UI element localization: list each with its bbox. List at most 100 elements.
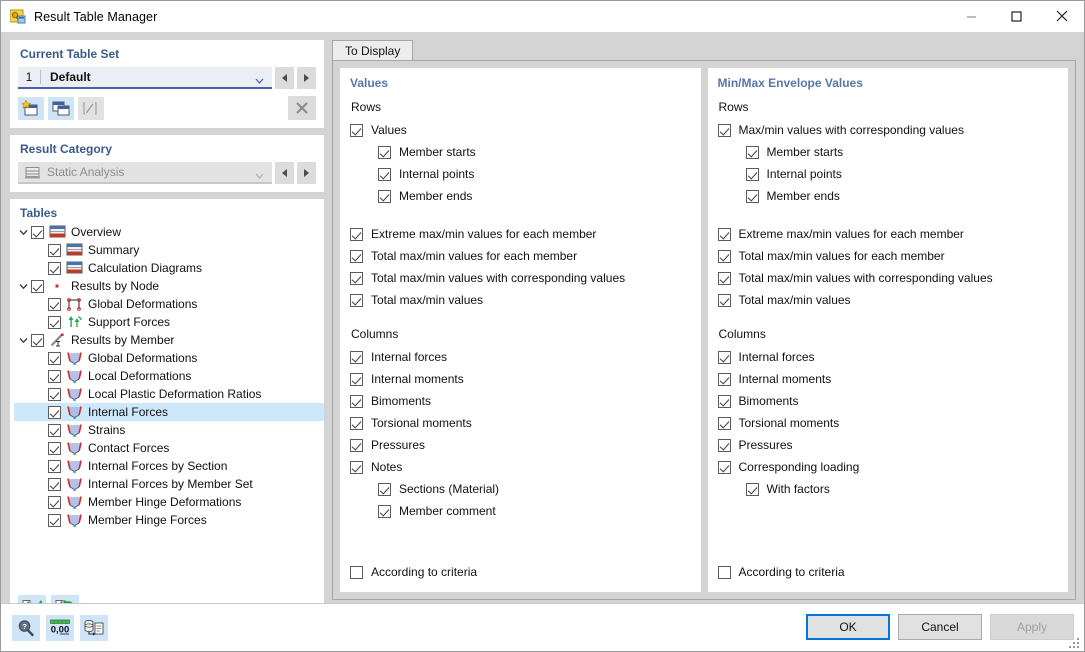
checkbox[interactable] (350, 272, 363, 285)
tables-tree[interactable]: OverviewSummaryCalculation DiagramsResul… (10, 223, 324, 585)
checkbox[interactable] (350, 250, 363, 263)
tree-item-results-by-node[interactable]: Results by Node (14, 277, 324, 295)
checkbox-row-total-max-min-values-with-corresponding-values[interactable]: Total max/min values with corresponding … (350, 267, 691, 289)
checkbox[interactable] (718, 439, 731, 452)
checkbox-row-extreme-max-min-values-for-each-member[interactable]: Extreme max/min values for each member (718, 223, 1059, 245)
checkbox-row-total-max-min-values-for-each-member[interactable]: Total max/min values for each member (350, 245, 691, 267)
tree-item-results-by-member[interactable]: Results by Member (14, 331, 324, 349)
checkbox[interactable] (746, 146, 759, 159)
envelope-according-to-criteria-row[interactable]: According to criteria (718, 561, 845, 583)
tree-item-summary[interactable]: Summary (14, 241, 324, 259)
decimal-places-button[interactable]: 0,00 (46, 615, 74, 641)
checkbox-row-internal-points[interactable]: Internal points (350, 163, 691, 185)
tree-item-checkbox[interactable] (48, 424, 61, 437)
ok-button[interactable]: OK (806, 614, 890, 640)
tree-item-support-forces[interactable]: Support Forces (14, 313, 324, 331)
checkbox-row-with-factors[interactable]: With factors (718, 478, 1059, 500)
checkbox-row-extreme-max-min-values-for-each-member[interactable]: Extreme max/min values for each member (350, 223, 691, 245)
checkbox-row-member-starts[interactable]: Member starts (718, 141, 1059, 163)
tree-item-overview[interactable]: Overview (14, 223, 324, 241)
checkbox-row-pressures[interactable]: Pressures (718, 434, 1059, 456)
tree-item-member-hinge-deformations[interactable]: Member Hinge Deformations (14, 493, 324, 511)
checkbox[interactable] (350, 395, 363, 408)
copy-table-set-button[interactable] (48, 97, 74, 120)
result-category-next-button[interactable] (297, 162, 316, 184)
tree-item-checkbox[interactable] (48, 496, 61, 509)
table-set-next-button[interactable] (297, 67, 316, 89)
minimize-button[interactable] (949, 1, 994, 31)
tree-item-strains[interactable]: Strains (14, 421, 324, 439)
checkbox[interactable] (718, 250, 731, 263)
checkbox-row-bimoments[interactable]: Bimoments (718, 390, 1059, 412)
values-according-to-criteria-checkbox[interactable] (350, 566, 363, 579)
tab-to-display[interactable]: To Display (332, 40, 413, 61)
table-set-combo[interactable]: 1 Default (18, 67, 272, 89)
checkbox-row-total-max-min-values[interactable]: Total max/min values (350, 289, 691, 311)
chevron-down-icon[interactable] (16, 283, 31, 290)
checkbox-row-values[interactable]: Values (350, 119, 691, 141)
delete-table-set-button[interactable] (288, 96, 316, 120)
checkbox[interactable] (350, 294, 363, 307)
tree-item-internal-forces-by-member-set[interactable]: Internal Forces by Member Set (14, 475, 324, 493)
tree-item-checkbox[interactable] (48, 352, 61, 365)
checkbox[interactable] (350, 417, 363, 430)
checkbox[interactable] (350, 228, 363, 241)
tree-item-checkbox[interactable] (48, 370, 61, 383)
checkbox-row-member-ends[interactable]: Member ends (350, 185, 691, 207)
checkbox-row-internal-moments[interactable]: Internal moments (350, 368, 691, 390)
tree-item-checkbox[interactable] (48, 478, 61, 491)
checkbox-row-bimoments[interactable]: Bimoments (350, 390, 691, 412)
envelope-according-to-criteria-checkbox[interactable] (718, 566, 731, 579)
maximize-button[interactable] (994, 1, 1039, 31)
checkbox[interactable] (378, 505, 391, 518)
checkbox[interactable] (378, 168, 391, 181)
checkbox-row-internal-forces[interactable]: Internal forces (350, 346, 691, 368)
checkbox[interactable] (718, 228, 731, 241)
checkbox[interactable] (746, 168, 759, 181)
checkbox[interactable] (718, 124, 731, 137)
checkbox[interactable] (350, 373, 363, 386)
checkbox[interactable] (378, 190, 391, 203)
checkbox[interactable] (718, 351, 731, 364)
checkbox-row-internal-moments[interactable]: Internal moments (718, 368, 1059, 390)
tree-item-checkbox[interactable] (48, 388, 61, 401)
checkbox[interactable] (718, 373, 731, 386)
tree-item-checkbox[interactable] (31, 226, 44, 239)
checkbox-row-total-max-min-values-for-each-member[interactable]: Total max/min values for each member (718, 245, 1059, 267)
checkbox-row-internal-points[interactable]: Internal points (718, 163, 1059, 185)
table-set-prev-button[interactable] (275, 67, 294, 89)
result-category-combo[interactable]: Static Analysis (18, 162, 272, 184)
checkbox[interactable] (350, 461, 363, 474)
tree-item-checkbox[interactable] (48, 316, 61, 329)
checkbox[interactable] (378, 146, 391, 159)
tree-item-checkbox[interactable] (31, 334, 44, 347)
checkbox[interactable] (378, 483, 391, 496)
checkbox[interactable] (746, 190, 759, 203)
tree-item-checkbox[interactable] (48, 442, 61, 455)
export-data-button[interactable] (80, 615, 108, 641)
checkbox[interactable] (718, 395, 731, 408)
help-magnifier-button[interactable]: ? (12, 615, 40, 641)
checkbox[interactable] (350, 124, 363, 137)
chevron-down-icon[interactable] (16, 229, 31, 236)
checkbox[interactable] (746, 483, 759, 496)
checkbox-row-total-max-min-values-with-corresponding-values[interactable]: Total max/min values with corresponding … (718, 267, 1059, 289)
checkbox-row-pressures[interactable]: Pressures (350, 434, 691, 456)
tree-item-checkbox[interactable] (48, 406, 61, 419)
checkbox-row-torsional-moments[interactable]: Torsional moments (718, 412, 1059, 434)
tree-item-internal-forces-by-section[interactable]: Internal Forces by Section (14, 457, 324, 475)
tree-item-global-deformations[interactable]: Global Deformations (14, 295, 324, 313)
cancel-button[interactable]: Cancel (898, 614, 982, 640)
tree-item-calculation-diagrams[interactable]: Calculation Diagrams (14, 259, 324, 277)
checkbox-row-internal-forces[interactable]: Internal forces (718, 346, 1059, 368)
tree-item-local-plastic-deformation-ratios[interactable]: Local Plastic Deformation Ratios (14, 385, 324, 403)
chevron-down-icon[interactable] (16, 337, 31, 344)
tree-item-checkbox[interactable] (48, 262, 61, 275)
tree-item-checkbox[interactable] (48, 514, 61, 527)
tree-item-checkbox[interactable] (48, 244, 61, 257)
tree-item-checkbox[interactable] (48, 298, 61, 311)
resize-grip[interactable] (1069, 636, 1081, 648)
checkbox[interactable] (350, 439, 363, 452)
tree-item-checkbox[interactable] (48, 460, 61, 473)
tree-item-internal-forces[interactable]: Internal Forces (14, 403, 324, 421)
